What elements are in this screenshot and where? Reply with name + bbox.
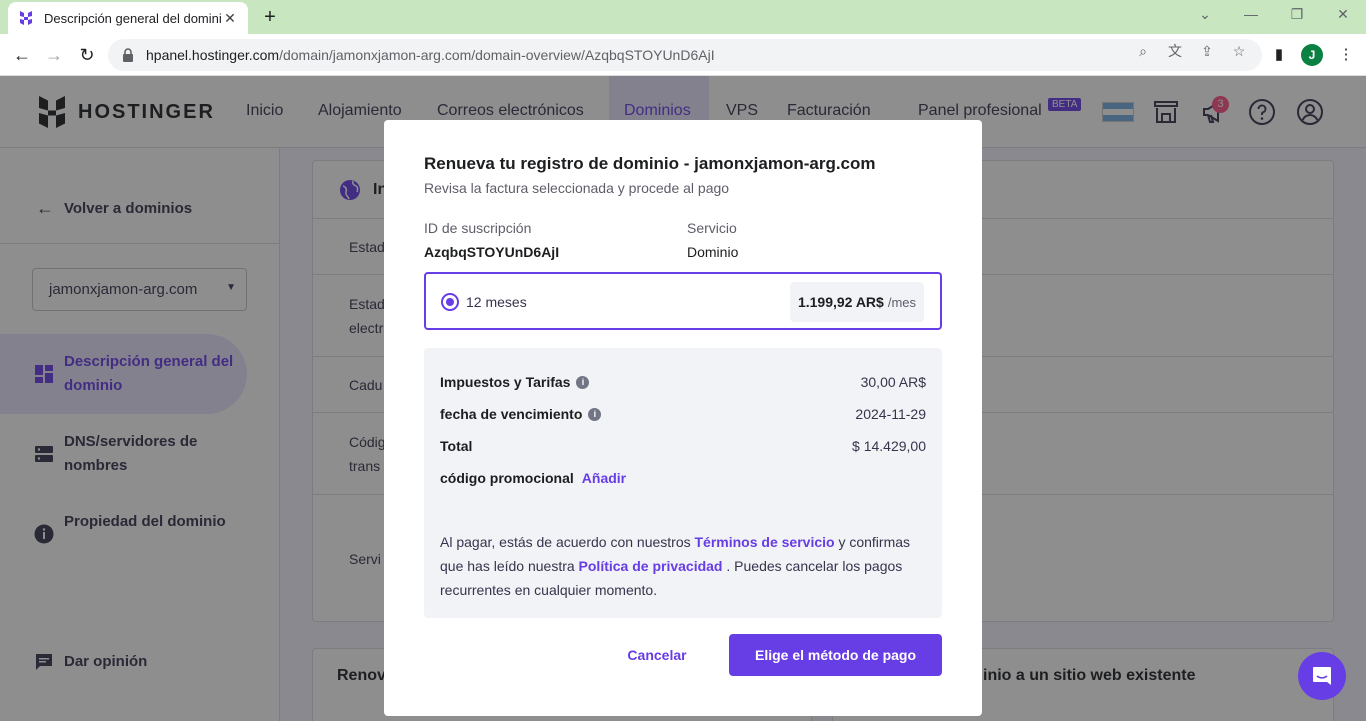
info-icon[interactable]: i <box>588 407 602 421</box>
terms-of-service-link[interactable]: Términos de servicio <box>695 534 835 550</box>
restore-icon[interactable]: ❐ <box>1287 6 1307 23</box>
period-option-12-months[interactable]: 12 meses 1.199,92 AR$ /mes <box>424 272 942 330</box>
new-tab-button[interactable]: + <box>258 6 282 30</box>
subscription-id-value: AzqbqSTOYUnD6AjI <box>424 244 560 260</box>
share-icon[interactable]: ⇪ <box>1198 42 1216 60</box>
total-value: $ 14.429,00 <box>852 438 926 454</box>
side-panel-icon[interactable]: ▮ <box>1269 45 1289 65</box>
promo-label: código promocional <box>440 470 574 486</box>
search-icon[interactable]: ⌕ <box>1134 42 1152 60</box>
price-amount: 1.199,92 AR$ <box>797 294 884 310</box>
expiry-value: 2024-11-29 <box>855 406 926 422</box>
taxes-row: Impuestos y Tarifas i 30,00 AR$ <box>440 374 926 394</box>
subscription-id-label: ID de suscripción <box>424 220 532 236</box>
total-label: Total <box>440 438 473 454</box>
browser-tabbar: Descripción general del dominio ✕ + ⌄ — … <box>0 0 1366 34</box>
bookmark-star-icon[interactable]: ☆ <box>1230 42 1248 60</box>
tab-title: Descripción general del dominio <box>44 10 222 26</box>
reload-icon[interactable]: ↻ <box>76 44 98 66</box>
forward-arrow-icon[interactable]: → <box>43 44 65 66</box>
taxes-value: 30,00 AR$ <box>860 374 926 390</box>
expiry-label: fecha de vencimiento <box>440 406 583 422</box>
service-value: Dominio <box>687 244 739 260</box>
info-icon[interactable]: i <box>576 375 590 389</box>
add-promo-link[interactable]: Añadir <box>582 470 626 486</box>
choose-payment-method-button[interactable]: Elige el método de pago <box>729 634 942 676</box>
terms-text-1: Al pagar, estás de acuerdo con nuestros <box>440 534 691 550</box>
tab-search-icon[interactable]: ⌄ <box>1195 6 1215 23</box>
promo-row: código promocional Añadir <box>440 470 926 490</box>
back-arrow-icon[interactable]: ← <box>11 44 33 66</box>
period-label: 12 meses <box>466 294 527 310</box>
price-pill: 1.199,92 AR$ /mes <box>789 282 924 322</box>
address-bar[interactable]: hpanel.hostinger.com/domain/jamonxjamon-… <box>108 39 1262 71</box>
price-unit: /mes <box>887 294 916 310</box>
chat-support-button[interactable] <box>1298 652 1346 700</box>
cancel-button[interactable]: Cancelar <box>614 634 700 676</box>
translate-icon[interactable]: 文 <box>1166 42 1184 60</box>
terms-text: Al pagar, estás de acuerdo con nuestros … <box>440 530 930 602</box>
privacy-policy-link[interactable]: Política de privacidad <box>579 558 723 574</box>
period-radio[interactable] <box>441 293 459 311</box>
taxes-label: Impuestos y Tarifas <box>440 374 571 390</box>
lock-icon <box>123 48 133 62</box>
service-label: Servicio <box>687 220 737 236</box>
url-host: hpanel.hostinger.com <box>146 47 280 63</box>
chat-icon <box>1313 667 1331 685</box>
kebab-menu-icon[interactable]: ⋮ <box>1336 45 1356 65</box>
minimize-icon[interactable]: — <box>1241 6 1261 22</box>
url-text: hpanel.hostinger.com/domain/jamonxjamon-… <box>146 47 715 63</box>
hostinger-favicon-icon <box>20 11 32 25</box>
url-path: /domain/jamonxjamon-arg.com/domain-overv… <box>279 47 715 63</box>
renew-domain-modal: Renueva tu registro de dominio - jamonxj… <box>384 120 982 716</box>
modal-title: Renueva tu registro de dominio - jamonxj… <box>424 154 876 173</box>
order-summary: Impuestos y Tarifas i 30,00 AR$ fecha de … <box>424 348 942 618</box>
browser-tab[interactable]: Descripción general del dominio ✕ <box>8 2 248 34</box>
total-row: Total $ 14.429,00 <box>440 438 926 458</box>
expiry-row: fecha de vencimiento i 2024-11-29 <box>440 406 926 426</box>
browser-toolbar: ← → ↻ hpanel.hostinger.com/domain/jamonx… <box>0 34 1366 76</box>
tab-close-icon[interactable]: ✕ <box>222 10 238 27</box>
profile-avatar[interactable]: J <box>1301 44 1323 66</box>
close-window-icon[interactable]: ✕ <box>1333 6 1353 23</box>
modal-subtitle: Revisa la factura seleccionada y procede… <box>424 180 730 196</box>
